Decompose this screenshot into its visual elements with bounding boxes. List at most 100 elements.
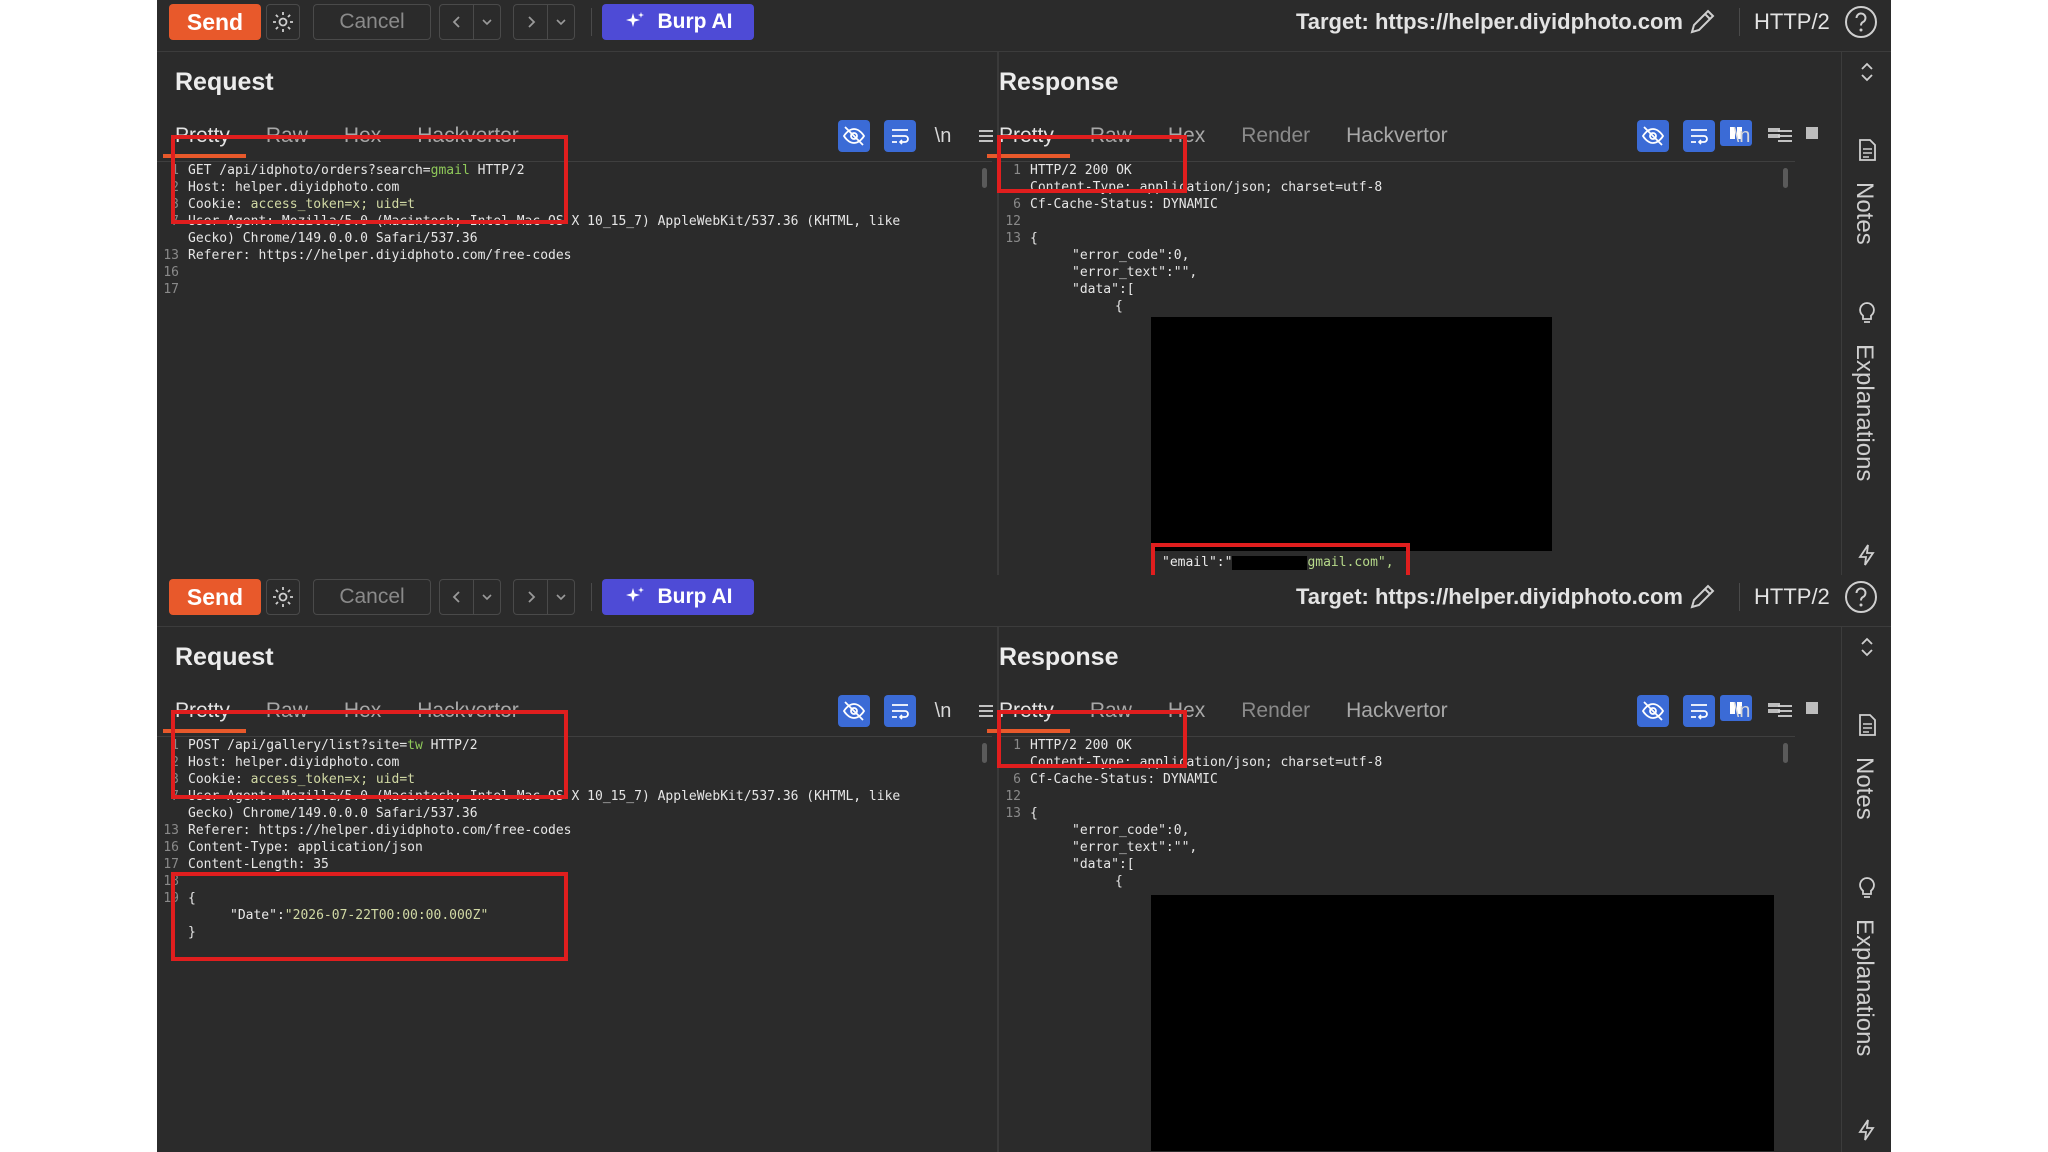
back-button[interactable] [440, 580, 474, 614]
line-number [999, 179, 1021, 196]
tab-pretty[interactable]: Pretty [163, 697, 246, 733]
explanations-button[interactable] [1855, 876, 1879, 900]
help-button[interactable] [1843, 579, 1879, 615]
back-history-dropdown[interactable] [474, 580, 500, 614]
top-toolbar: Send Cancel Burp AI Target: https://help… [157, 575, 1891, 627]
tab-pretty[interactable]: Pretty [987, 122, 1070, 158]
tab-hex[interactable]: Hex [344, 697, 381, 733]
response-editor[interactable]: 1 6 12 13 HTTP/2 200 OK Content-Type: ap… [999, 161, 1795, 575]
eye-slash-icon [842, 126, 866, 146]
line-number: 3 [171, 197, 179, 212]
editor-menu-button[interactable] [1769, 695, 1801, 727]
scrollbar[interactable] [1783, 168, 1788, 188]
response-editor[interactable]: 1 6 12 13 HTTP/2 200 OK Content-Type: ap… [999, 736, 1795, 1152]
editor-menu-button[interactable] [1769, 120, 1801, 152]
tab-pretty[interactable]: Pretty [987, 697, 1070, 733]
burp-ai-button[interactable]: Burp AI [602, 579, 754, 615]
tab-raw[interactable]: Raw [266, 697, 308, 733]
forward-button[interactable] [514, 580, 548, 614]
tab-hex[interactable]: Hex [1168, 697, 1205, 733]
actions-button[interactable] [1855, 1118, 1879, 1142]
collapse-sidebar-button[interactable] [1855, 635, 1879, 659]
hide-nonprintable-toggle[interactable] [1637, 120, 1669, 152]
explanations-label[interactable]: Explanations [1850, 919, 1878, 1056]
request-path: /api/gallery/list?site= [219, 738, 408, 753]
repeater-panel-1: Send Cancel Burp AI Target: https://help… [157, 0, 1891, 575]
newline-toggle[interactable]: \n [930, 120, 956, 152]
scrollbar[interactable] [982, 743, 987, 763]
edit-target-button[interactable] [1684, 4, 1720, 40]
line-number: 17 [163, 282, 179, 297]
referer-header: Referer: https://helper.diyidphoto.com/f… [188, 248, 572, 263]
notes-label[interactable]: Notes [1850, 757, 1878, 820]
line-number: 13 [163, 248, 179, 263]
notes-label[interactable]: Notes [1850, 182, 1878, 245]
burp-repeater-window: Send Cancel Burp AI Target: https://help… [157, 0, 1891, 1152]
line-number: 19 [163, 891, 179, 906]
help-icon [1845, 6, 1877, 38]
chevron-down-icon [482, 594, 492, 601]
forward-history-dropdown[interactable] [548, 5, 574, 39]
tab-raw[interactable]: Raw [1090, 122, 1132, 158]
tab-render[interactable]: Render [1241, 697, 1310, 733]
tab-hackvertor[interactable]: Hackvertor [417, 697, 519, 733]
newline-toggle[interactable]: \n [930, 695, 956, 727]
cancel-button[interactable]: Cancel [313, 579, 431, 615]
word-wrap-toggle[interactable] [884, 695, 916, 727]
cancel-button[interactable]: Cancel [313, 4, 431, 40]
request-editor[interactable]: 1 2 3 7 13 16 17 18 19 POST /api/gallery… [157, 736, 992, 1152]
tab-hex[interactable]: Hex [1168, 122, 1205, 158]
word-wrap-toggle[interactable] [1683, 120, 1715, 152]
target-label: Target: https://helper.diyidphoto.com [1295, 9, 1683, 34]
notes-button[interactable] [1855, 138, 1879, 162]
send-button[interactable]: Send [169, 579, 261, 615]
explanations-label[interactable]: Explanations [1850, 344, 1878, 481]
http-method: GET [188, 163, 212, 178]
scrollbar[interactable] [1783, 743, 1788, 763]
newline-toggle[interactable]: \n [1729, 695, 1755, 727]
word-wrap-toggle[interactable] [1683, 695, 1715, 727]
line-number: 13 [163, 823, 179, 838]
hide-nonprintable-toggle[interactable] [1637, 695, 1669, 727]
burp-ai-button[interactable]: Burp AI [602, 4, 754, 40]
request-editor[interactable]: 1 2 3 7 13 16 17 GET /api/idphoto/orders… [157, 161, 992, 575]
user-agent-continuation: Gecko) Chrome/149.0.0.0 Safari/537.36 [188, 806, 478, 821]
edit-target-button[interactable] [1684, 579, 1720, 615]
tab-hackvertor[interactable]: Hackvertor [1346, 122, 1448, 158]
tab-raw[interactable]: Raw [266, 122, 308, 158]
send-button[interactable]: Send [169, 4, 261, 40]
toolbar-divider [591, 583, 592, 611]
actions-button[interactable] [1855, 543, 1879, 567]
back-button[interactable] [440, 5, 474, 39]
json-object-brace: { [1115, 299, 1123, 314]
tab-hackvertor[interactable]: Hackvertor [1346, 697, 1448, 733]
line-numbers: 1 2 3 7 13 16 17 18 19 [157, 737, 179, 1152]
forward-button[interactable] [514, 5, 548, 39]
repeater-panel-2: Send Cancel Burp AI Target: https://help… [157, 575, 1891, 1152]
collapse-sidebar-button[interactable] [1855, 60, 1879, 84]
sparkle-icon [626, 587, 645, 602]
tab-render[interactable]: Render [1241, 122, 1310, 158]
line-number: 1 [1013, 163, 1021, 178]
tab-raw[interactable]: Raw [1090, 697, 1132, 733]
word-wrap-toggle[interactable] [884, 120, 916, 152]
line-number: 13 [1005, 231, 1021, 246]
tab-hackvertor[interactable]: Hackvertor [417, 122, 519, 158]
tab-pretty[interactable]: Pretty [163, 122, 246, 158]
help-button[interactable] [1843, 4, 1879, 40]
settings-gear-button[interactable] [266, 579, 300, 615]
back-history-dropdown[interactable] [474, 5, 500, 39]
json-error-code: "error_code":0, [1072, 248, 1190, 263]
settings-gear-button[interactable] [266, 4, 300, 40]
chevron-right-icon [527, 591, 535, 603]
explanations-button[interactable] [1855, 301, 1879, 325]
newline-toggle[interactable]: \n [1729, 120, 1755, 152]
notes-button[interactable] [1855, 713, 1879, 737]
wrap-icon [1691, 129, 1708, 145]
scrollbar[interactable] [982, 168, 987, 188]
tab-hex[interactable]: Hex [344, 122, 381, 158]
hide-nonprintable-toggle[interactable] [838, 120, 870, 152]
forward-history-dropdown[interactable] [548, 580, 574, 614]
hide-nonprintable-toggle[interactable] [838, 695, 870, 727]
